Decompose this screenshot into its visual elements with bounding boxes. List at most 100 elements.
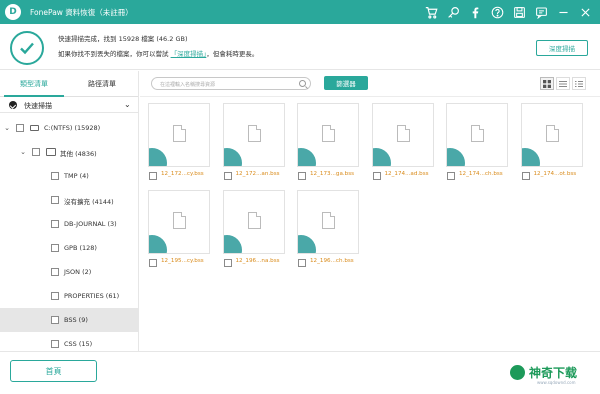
tree-item-checkbox[interactable] [51,244,59,252]
tab-type-list[interactable]: 類型清單 [4,79,64,89]
file-icon [396,125,410,142]
expand-arrow-icon[interactable]: ⌄ [19,148,27,156]
tree-item-label: TMP (4) [64,172,89,180]
file-thumbnail[interactable] [148,103,210,167]
tree-item[interactable]: JSON (2) [0,260,138,284]
tree-item[interactable]: TMP (4) [0,164,138,188]
filter-button[interactable]: 篩選器 [324,76,368,90]
file-checkbox[interactable] [521,172,530,180]
grid-view-icon[interactable] [540,77,554,90]
watermark-logo: 神奇下载 [510,364,577,381]
tree-item-label: GPB (128) [64,244,97,252]
file-name: 12_173...ga.bss [310,171,355,177]
deep-scan-link[interactable]: 「深度掃描」 [171,50,207,58]
tree-item-checkbox[interactable] [51,268,59,276]
file-name: 12_172...an.bss [235,171,280,177]
key-icon[interactable] [442,1,464,23]
file-thumbnail[interactable] [222,103,285,167]
chevron-down-icon[interactable]: ⌄ [124,100,131,109]
scan-hint-suffix: ，但會耗時更長。 [206,50,259,58]
file-thumbnail[interactable] [446,103,508,167]
tree-item-checkbox[interactable] [32,148,40,156]
file-name: 12_172...cy.bss [161,171,204,177]
tree-item-checkbox[interactable] [51,172,59,180]
file-thumbnail[interactable] [297,190,359,254]
search-icon[interactable] [299,80,306,87]
tree-item-checkbox[interactable] [16,124,24,132]
check-icon [10,31,44,65]
home-button[interactable]: 首頁 [10,360,97,382]
cart-icon[interactable] [420,1,442,23]
file-icon [322,212,335,229]
bottom-bar: 首頁 神奇下载 www.sqdownd.com [0,351,600,394]
tree-item-label: PROPERTIES (61) [64,292,120,300]
minimize-icon[interactable] [552,1,574,23]
file-thumbnail[interactable] [148,190,210,254]
file-icon [247,125,261,142]
category-tabs: 類型清單 路徑清單 [0,71,138,97]
file-type-badge [521,148,540,166]
scan-mode-select[interactable]: 快速掃描 ⌄ [0,97,138,113]
category-panel: 類型清單 路徑清單 快速掃描 ⌄ ⌄ C:(NTFS) (15928) ⌄ 其他 (4… [0,71,139,351]
file-icon [173,212,186,229]
deep-scan-button[interactable]: 深度掃描 [536,40,588,56]
tree-item-checkbox[interactable] [51,292,59,300]
tree-item-checkbox[interactable] [51,340,59,348]
tree-item-checkbox[interactable] [51,316,59,324]
file-thumbnail[interactable] [520,103,583,167]
tree-item-label: BSS (9) [64,316,88,324]
brand-url: www.sqdownd.com [537,380,576,385]
file-icon [545,125,559,142]
file-checkbox[interactable] [372,172,381,180]
file-checkbox[interactable] [298,259,306,267]
file-icon [173,125,186,142]
save-icon[interactable] [508,1,530,23]
tree-item[interactable]: 沒有擴充 (4144) [0,188,138,212]
detail-view-icon[interactable] [572,77,586,90]
scan-result-text: 快速掃描完成，找到 15928 檔案 (46.2 GB) [58,35,188,43]
file-name: 12_195...cy.bss [161,258,204,264]
tree-item[interactable]: ⌄ C:(NTFS) (15928) [0,116,138,140]
file-thumbnail[interactable] [222,190,285,254]
tree-item[interactable]: GPB (128) [0,236,138,260]
folder-icon [46,148,56,156]
file-icon [247,212,261,229]
tree-item[interactable]: DB-JOURNAL (3) [0,212,138,236]
scan-hint-prefix: 如果你找不到丟失的檔案，你可以嘗試 [58,50,171,58]
feedback-icon[interactable] [530,1,552,23]
file-type-badge [372,148,391,166]
file-checkbox[interactable] [298,172,306,180]
file-thumbnail[interactable] [297,103,359,167]
app-logo: D [5,4,21,20]
file-icon [471,125,484,142]
tree-item[interactable]: PROPERTIES (61) [0,284,138,308]
tree-item-label: C:(NTFS) (15928) [44,124,101,132]
file-type-badge [149,235,167,253]
search-placeholder: 在這裡輸入名稱搜尋資源 [160,82,216,88]
tree-item-checkbox[interactable] [51,220,59,228]
file-checkbox[interactable] [223,172,232,180]
tree-item[interactable]: BSS (9) [0,308,138,332]
tree-item-label: JSON (2) [64,268,92,276]
file-checkbox[interactable] [223,259,232,267]
file-checkbox[interactable] [149,259,157,267]
file-checkbox[interactable] [447,172,455,180]
list-view-icon[interactable] [556,77,570,90]
tree-item-checkbox[interactable] [51,196,59,204]
tree-item[interactable]: CSS (15) [0,332,138,351]
file-checkbox[interactable] [149,172,157,180]
file-name: 12_174...ad.bss [384,171,429,177]
expand-arrow-icon[interactable]: ⌄ [3,124,11,132]
help-icon[interactable] [486,1,508,23]
tab-path-list[interactable]: 路徑清單 [72,79,132,89]
facebook-icon[interactable] [464,1,486,23]
close-icon[interactable] [574,1,596,23]
file-thumbnail[interactable] [371,103,434,167]
app-title: FonePaw 資料恢復（未註冊） [30,8,133,17]
file-type-badge [223,148,242,166]
tree-item[interactable]: ⌄ 其他 (4836) [0,140,138,164]
file-icon [322,125,335,142]
check-circle-icon [9,101,17,109]
search-input[interactable]: 在這裡輸入名稱搜尋資源 [151,77,311,90]
drive-icon [30,125,39,131]
